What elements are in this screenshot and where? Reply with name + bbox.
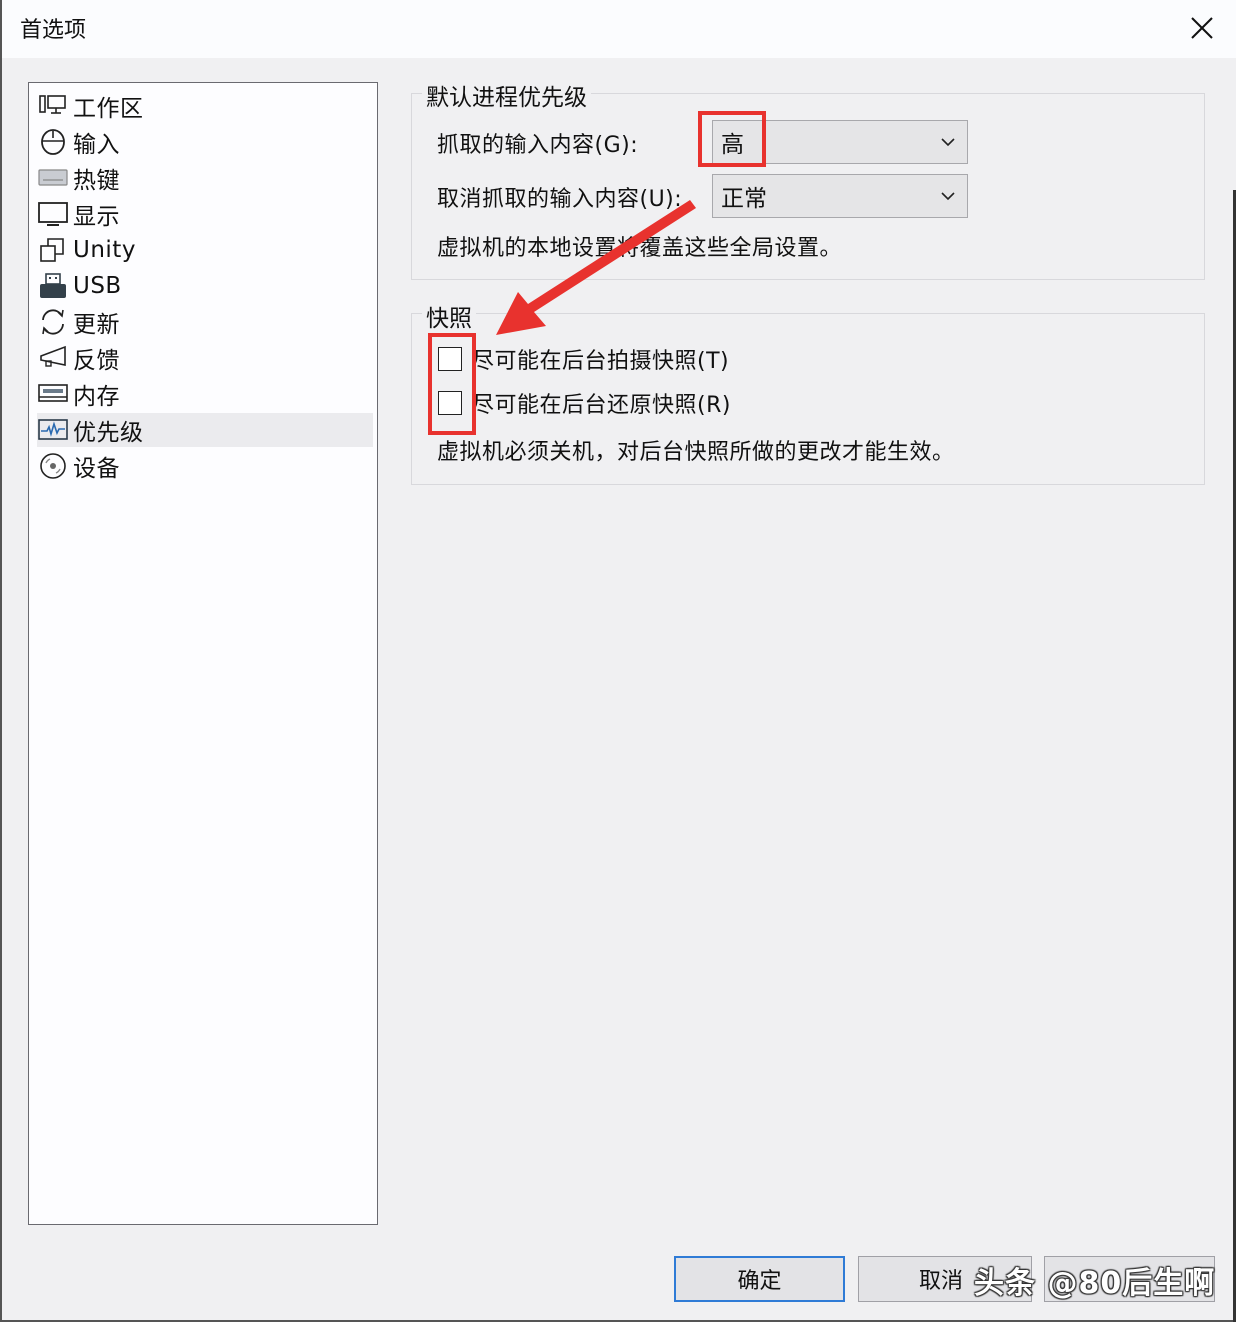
snapshot-note: 虚拟机必须关机，对后台快照所做的更改才能生效。 xyxy=(437,440,955,465)
unity-windows-icon xyxy=(37,235,69,265)
help-button[interactable] xyxy=(1044,1256,1215,1302)
title-bar: 首选项 xyxy=(2,0,1236,58)
restore-snapshot-label: 尽可能在后台还原快照(R) xyxy=(472,393,731,418)
sidebar-item-label: 内存 xyxy=(73,384,120,410)
sidebar-item-label: 工作区 xyxy=(73,96,144,122)
priority-pulse-icon xyxy=(37,415,69,445)
chevron-down-icon xyxy=(941,192,955,201)
category-list[interactable]: 工作区 输入 热键 显示 Unity USB 更新 反馈 内存 优先级 设备 xyxy=(28,82,378,1225)
sidebar-item-priority[interactable]: 优先级 xyxy=(37,413,373,447)
close-button[interactable] xyxy=(1184,10,1220,46)
chevron-down-icon xyxy=(941,138,955,147)
ungrabbed-input-label: 取消抓取的输入内容(U): xyxy=(437,187,683,212)
take-snapshot-label: 尽可能在后台拍摄快照(T) xyxy=(472,349,730,374)
sidebar-item-workspace[interactable]: 工作区 xyxy=(37,89,373,123)
sidebar-item-devices[interactable]: 设备 xyxy=(37,449,373,483)
sidebar-item-unity[interactable]: Unity xyxy=(37,233,373,267)
preferences-dialog: 首选项 工作区 输入 热键 显示 Unity USB 更新 反馈 内存 优先级 … xyxy=(0,0,1236,1322)
sidebar-item-label: 输入 xyxy=(73,132,120,158)
ok-button[interactable]: 确定 xyxy=(674,1256,845,1302)
mouse-icon xyxy=(37,127,69,157)
sidebar-item-feedback[interactable]: 反馈 xyxy=(37,341,373,375)
sidebar-item-usb[interactable]: USB xyxy=(37,269,373,303)
restore-snapshot-background-option[interactable]: 尽可能在后台还原快照(R) xyxy=(438,387,731,419)
megaphone-icon xyxy=(37,343,69,373)
refresh-icon xyxy=(37,307,69,337)
restore-snapshot-checkbox[interactable] xyxy=(438,391,462,415)
grabbed-input-label: 抓取的输入内容(G): xyxy=(437,133,639,158)
sidebar-item-label: Unity xyxy=(73,237,136,263)
sidebar-item-label: 反馈 xyxy=(73,348,120,374)
sidebar-item-hotkeys[interactable]: 热键 xyxy=(37,161,373,195)
ungrabbed-input-value: 正常 xyxy=(721,186,767,212)
memory-icon xyxy=(37,379,69,409)
sidebar-item-display[interactable]: 显示 xyxy=(37,197,373,231)
take-snapshot-checkbox[interactable] xyxy=(438,347,462,371)
sidebar-item-label: 显示 xyxy=(73,204,120,230)
priority-note: 虚拟机的本地设置将覆盖这些全局设置。 xyxy=(437,236,843,261)
sidebar-item-label: 热键 xyxy=(73,168,120,194)
close-icon xyxy=(1191,17,1213,39)
cancel-button[interactable]: 取消 xyxy=(858,1256,1032,1302)
monitor-icon xyxy=(37,199,69,229)
sidebar-item-label: 设备 xyxy=(73,456,120,482)
ungrabbed-input-select[interactable]: 正常 xyxy=(712,174,968,218)
take-snapshot-background-option[interactable]: 尽可能在后台拍摄快照(T) xyxy=(438,343,729,375)
sidebar-item-updates[interactable]: 更新 xyxy=(37,305,373,339)
sidebar-item-memory[interactable]: 内存 xyxy=(37,377,373,411)
disc-icon xyxy=(37,451,69,481)
sidebar-item-label: 优先级 xyxy=(73,420,144,446)
dialog-title: 首选项 xyxy=(20,18,87,43)
sidebar-item-input[interactable]: 输入 xyxy=(37,125,373,159)
default-priority-title: 默认进程优先级 xyxy=(422,78,591,112)
workspace-icon xyxy=(37,91,69,121)
keyboard-icon xyxy=(37,163,69,193)
grabbed-input-select[interactable]: 高 xyxy=(712,120,968,164)
sidebar-item-label: 更新 xyxy=(73,312,120,338)
grabbed-input-value: 高 xyxy=(721,132,744,158)
snapshot-title: 快照 xyxy=(422,299,476,333)
sidebar-item-label: USB xyxy=(73,273,122,299)
usb-icon xyxy=(37,271,69,301)
